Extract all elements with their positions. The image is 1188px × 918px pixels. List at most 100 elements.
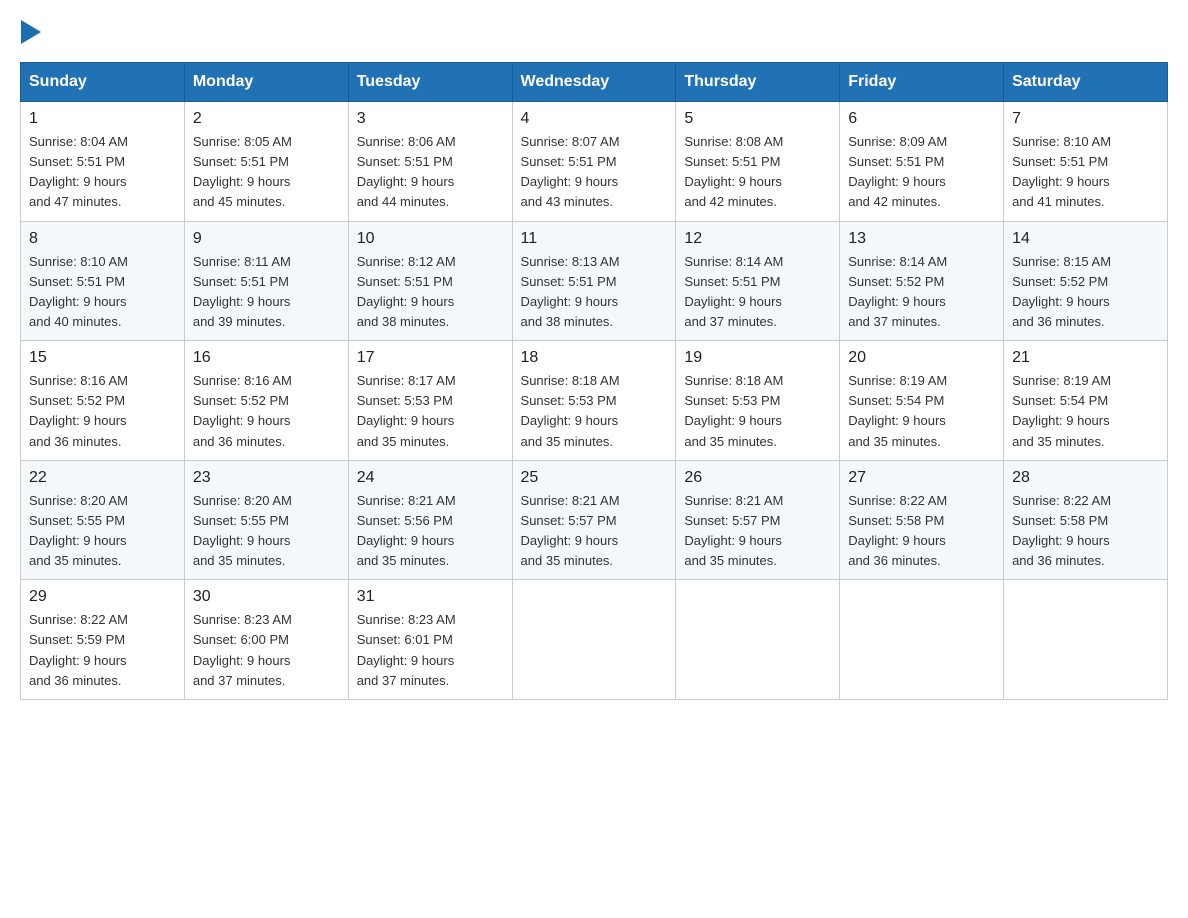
- calendar-week-row: 15 Sunrise: 8:16 AM Sunset: 5:52 PM Dayl…: [21, 341, 1168, 461]
- day-info: Sunrise: 8:20 AM Sunset: 5:55 PM Dayligh…: [29, 491, 176, 572]
- calendar-day-cell: 21 Sunrise: 8:19 AM Sunset: 5:54 PM Dayl…: [1004, 341, 1168, 461]
- day-number: 28: [1012, 469, 1159, 487]
- calendar-day-cell: [1004, 580, 1168, 700]
- day-info: Sunrise: 8:23 AM Sunset: 6:00 PM Dayligh…: [193, 610, 340, 691]
- day-info: Sunrise: 8:21 AM Sunset: 5:57 PM Dayligh…: [521, 491, 668, 572]
- day-info: Sunrise: 8:17 AM Sunset: 5:53 PM Dayligh…: [357, 371, 504, 452]
- calendar-day-cell: 5 Sunrise: 8:08 AM Sunset: 5:51 PM Dayli…: [676, 102, 840, 222]
- day-number: 22: [29, 469, 176, 487]
- day-number: 27: [848, 469, 995, 487]
- day-number: 14: [1012, 230, 1159, 248]
- day-number: 3: [357, 110, 504, 128]
- page-header: [20, 20, 1168, 42]
- day-number: 10: [357, 230, 504, 248]
- day-info: Sunrise: 8:16 AM Sunset: 5:52 PM Dayligh…: [29, 371, 176, 452]
- calendar-day-cell: 7 Sunrise: 8:10 AM Sunset: 5:51 PM Dayli…: [1004, 102, 1168, 222]
- day-number: 13: [848, 230, 995, 248]
- calendar-day-cell: 28 Sunrise: 8:22 AM Sunset: 5:58 PM Dayl…: [1004, 460, 1168, 580]
- calendar-day-cell: 29 Sunrise: 8:22 AM Sunset: 5:59 PM Dayl…: [21, 580, 185, 700]
- calendar-day-cell: 30 Sunrise: 8:23 AM Sunset: 6:00 PM Dayl…: [184, 580, 348, 700]
- day-number: 11: [521, 230, 668, 248]
- day-number: 2: [193, 110, 340, 128]
- day-info: Sunrise: 8:04 AM Sunset: 5:51 PM Dayligh…: [29, 132, 176, 213]
- day-info: Sunrise: 8:12 AM Sunset: 5:51 PM Dayligh…: [357, 252, 504, 333]
- day-number: 15: [29, 349, 176, 367]
- calendar-day-cell: 16 Sunrise: 8:16 AM Sunset: 5:52 PM Dayl…: [184, 341, 348, 461]
- day-of-week-header: Wednesday: [512, 63, 676, 102]
- calendar-day-cell: 4 Sunrise: 8:07 AM Sunset: 5:51 PM Dayli…: [512, 102, 676, 222]
- day-number: 26: [684, 469, 831, 487]
- day-number: 7: [1012, 110, 1159, 128]
- day-info: Sunrise: 8:07 AM Sunset: 5:51 PM Dayligh…: [521, 132, 668, 213]
- calendar-day-cell: 23 Sunrise: 8:20 AM Sunset: 5:55 PM Dayl…: [184, 460, 348, 580]
- day-info: Sunrise: 8:19 AM Sunset: 5:54 PM Dayligh…: [848, 371, 995, 452]
- day-number: 21: [1012, 349, 1159, 367]
- day-info: Sunrise: 8:08 AM Sunset: 5:51 PM Dayligh…: [684, 132, 831, 213]
- day-number: 30: [193, 588, 340, 606]
- day-number: 16: [193, 349, 340, 367]
- calendar-day-cell: 1 Sunrise: 8:04 AM Sunset: 5:51 PM Dayli…: [21, 102, 185, 222]
- day-info: Sunrise: 8:22 AM Sunset: 5:58 PM Dayligh…: [848, 491, 995, 572]
- calendar-day-cell: 14 Sunrise: 8:15 AM Sunset: 5:52 PM Dayl…: [1004, 221, 1168, 341]
- calendar-day-cell: 11 Sunrise: 8:13 AM Sunset: 5:51 PM Dayl…: [512, 221, 676, 341]
- calendar-day-cell: [840, 580, 1004, 700]
- day-number: 20: [848, 349, 995, 367]
- day-info: Sunrise: 8:16 AM Sunset: 5:52 PM Dayligh…: [193, 371, 340, 452]
- day-of-week-header: Friday: [840, 63, 1004, 102]
- day-info: Sunrise: 8:22 AM Sunset: 5:58 PM Dayligh…: [1012, 491, 1159, 572]
- calendar-table: SundayMondayTuesdayWednesdayThursdayFrid…: [20, 62, 1168, 700]
- day-info: Sunrise: 8:14 AM Sunset: 5:51 PM Dayligh…: [684, 252, 831, 333]
- day-info: Sunrise: 8:06 AM Sunset: 5:51 PM Dayligh…: [357, 132, 504, 213]
- calendar-day-cell: [512, 580, 676, 700]
- day-number: 5: [684, 110, 831, 128]
- calendar-day-cell: 2 Sunrise: 8:05 AM Sunset: 5:51 PM Dayli…: [184, 102, 348, 222]
- calendar-day-cell: 10 Sunrise: 8:12 AM Sunset: 5:51 PM Dayl…: [348, 221, 512, 341]
- logo: [20, 20, 78, 42]
- day-of-week-header: Saturday: [1004, 63, 1168, 102]
- calendar-day-cell: 20 Sunrise: 8:19 AM Sunset: 5:54 PM Dayl…: [840, 341, 1004, 461]
- calendar-day-cell: 6 Sunrise: 8:09 AM Sunset: 5:51 PM Dayli…: [840, 102, 1004, 222]
- day-of-week-header: Sunday: [21, 63, 185, 102]
- calendar-week-row: 29 Sunrise: 8:22 AM Sunset: 5:59 PM Dayl…: [21, 580, 1168, 700]
- calendar-day-cell: 18 Sunrise: 8:18 AM Sunset: 5:53 PM Dayl…: [512, 341, 676, 461]
- calendar-day-cell: 13 Sunrise: 8:14 AM Sunset: 5:52 PM Dayl…: [840, 221, 1004, 341]
- day-number: 23: [193, 469, 340, 487]
- calendar-day-cell: 19 Sunrise: 8:18 AM Sunset: 5:53 PM Dayl…: [676, 341, 840, 461]
- day-number: 18: [521, 349, 668, 367]
- calendar-day-cell: 26 Sunrise: 8:21 AM Sunset: 5:57 PM Dayl…: [676, 460, 840, 580]
- day-info: Sunrise: 8:15 AM Sunset: 5:52 PM Dayligh…: [1012, 252, 1159, 333]
- day-info: Sunrise: 8:18 AM Sunset: 5:53 PM Dayligh…: [521, 371, 668, 452]
- day-info: Sunrise: 8:20 AM Sunset: 5:55 PM Dayligh…: [193, 491, 340, 572]
- calendar-day-cell: 3 Sunrise: 8:06 AM Sunset: 5:51 PM Dayli…: [348, 102, 512, 222]
- calendar-day-cell: 24 Sunrise: 8:21 AM Sunset: 5:56 PM Dayl…: [348, 460, 512, 580]
- day-number: 4: [521, 110, 668, 128]
- day-info: Sunrise: 8:10 AM Sunset: 5:51 PM Dayligh…: [1012, 132, 1159, 213]
- logo-triangle-icon: [21, 20, 41, 44]
- calendar-header-row: SundayMondayTuesdayWednesdayThursdayFrid…: [21, 63, 1168, 102]
- calendar-week-row: 8 Sunrise: 8:10 AM Sunset: 5:51 PM Dayli…: [21, 221, 1168, 341]
- day-number: 25: [521, 469, 668, 487]
- day-number: 29: [29, 588, 176, 606]
- calendar-day-cell: 15 Sunrise: 8:16 AM Sunset: 5:52 PM Dayl…: [21, 341, 185, 461]
- calendar-day-cell: 22 Sunrise: 8:20 AM Sunset: 5:55 PM Dayl…: [21, 460, 185, 580]
- day-number: 6: [848, 110, 995, 128]
- day-info: Sunrise: 8:18 AM Sunset: 5:53 PM Dayligh…: [684, 371, 831, 452]
- day-number: 17: [357, 349, 504, 367]
- calendar-day-cell: 25 Sunrise: 8:21 AM Sunset: 5:57 PM Dayl…: [512, 460, 676, 580]
- day-number: 24: [357, 469, 504, 487]
- day-number: 19: [684, 349, 831, 367]
- day-info: Sunrise: 8:11 AM Sunset: 5:51 PM Dayligh…: [193, 252, 340, 333]
- calendar-week-row: 22 Sunrise: 8:20 AM Sunset: 5:55 PM Dayl…: [21, 460, 1168, 580]
- calendar-day-cell: 27 Sunrise: 8:22 AM Sunset: 5:58 PM Dayl…: [840, 460, 1004, 580]
- calendar-day-cell: 31 Sunrise: 8:23 AM Sunset: 6:01 PM Dayl…: [348, 580, 512, 700]
- calendar-day-cell: 9 Sunrise: 8:11 AM Sunset: 5:51 PM Dayli…: [184, 221, 348, 341]
- day-info: Sunrise: 8:22 AM Sunset: 5:59 PM Dayligh…: [29, 610, 176, 691]
- day-info: Sunrise: 8:19 AM Sunset: 5:54 PM Dayligh…: [1012, 371, 1159, 452]
- calendar-day-cell: 8 Sunrise: 8:10 AM Sunset: 5:51 PM Dayli…: [21, 221, 185, 341]
- day-of-week-header: Tuesday: [348, 63, 512, 102]
- day-info: Sunrise: 8:10 AM Sunset: 5:51 PM Dayligh…: [29, 252, 176, 333]
- calendar-day-cell: 17 Sunrise: 8:17 AM Sunset: 5:53 PM Dayl…: [348, 341, 512, 461]
- day-number: 31: [357, 588, 504, 606]
- day-info: Sunrise: 8:23 AM Sunset: 6:01 PM Dayligh…: [357, 610, 504, 691]
- day-of-week-header: Monday: [184, 63, 348, 102]
